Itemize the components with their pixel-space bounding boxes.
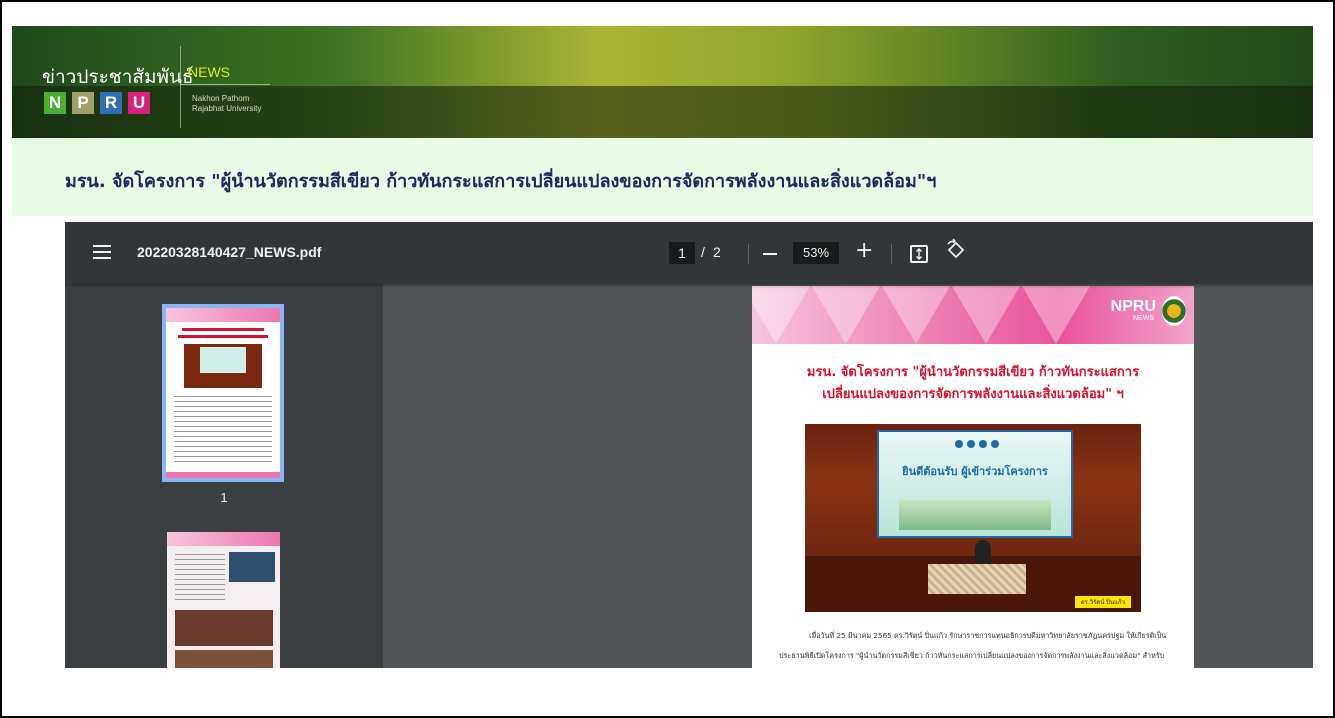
pdf-filename: 20220328140427_NEWS.pdf — [137, 244, 322, 260]
zoom-out-icon[interactable] — [763, 253, 777, 255]
page-thumbnail[interactable] — [167, 532, 280, 668]
brand-news-text: NEWS — [188, 64, 230, 80]
rotate-icon[interactable] — [945, 238, 967, 266]
toolbar-divider — [748, 244, 749, 264]
logo-letter-u: U — [128, 92, 150, 114]
event-photo: ยินดีต้อนรับ ผู้เข้าร่วมโครงการ ดร.วิรัต… — [805, 424, 1141, 612]
document-title: มรน. จัดโครงการ "ผู้นำนวัตกรรมสีเขียว ก้… — [752, 362, 1194, 406]
thumbnail-photo — [184, 344, 262, 388]
thumbnail-sidebar: 1 — [65, 284, 383, 668]
screen-title: ยินดีต้อนรับ ผู้เข้าร่วมโครงการ — [902, 465, 1048, 478]
npru-logo: NPRU — [1110, 298, 1156, 315]
pdf-toolbar: 20220328140427_NEWS.pdf 1 / 2 53% + — [65, 222, 1313, 284]
university-name: Nakhon Pathom Rajabhat University — [192, 94, 262, 113]
pdf-viewer: 20220328140427_NEWS.pdf 1 / 2 53% + 1 NP… — [65, 222, 1313, 668]
thumbnail-footer — [166, 472, 280, 478]
projector-screen: ยินดีต้อนรับ ผู้เข้าร่วมโครงการ — [877, 430, 1073, 538]
thumbnail-photo — [229, 552, 275, 582]
page-number-input[interactable]: 1 — [669, 242, 695, 264]
page-thumbnail[interactable] — [162, 304, 284, 482]
npru-logo-sub: NEWS — [1133, 315, 1154, 322]
thumbnail-title-line — [178, 335, 268, 338]
thumbnail-header — [166, 308, 280, 322]
logo-letter-n: N — [44, 92, 66, 114]
document-header: NPRU NEWS — [752, 286, 1194, 344]
logo-letter-p: P — [72, 92, 94, 114]
page-total: 2 — [713, 244, 721, 260]
thumbnail-photo — [175, 650, 273, 668]
window-frame: ข่าวประชาสัมพันธ์ NEWS N P R U Nakhon Pa… — [0, 0, 1335, 718]
menu-icon[interactable] — [93, 245, 111, 259]
brand-divider — [180, 46, 181, 128]
npru-letter-logo: N P R U — [44, 92, 150, 114]
thumbnail-photo — [175, 610, 273, 646]
table — [928, 564, 1026, 594]
page-title: มรน. จัดโครงการ "ผู้นำนวัตกรรมสีเขียว ก้… — [65, 171, 937, 192]
university-seal-icon — [1162, 296, 1186, 326]
brand-thai-text: ข่าวประชาสัมพันธ์ — [42, 66, 194, 88]
document-body: เมื่อวันที่ 25 มีนาคม 2565 ดร.วิรัตน์ ปิ… — [779, 631, 1167, 660]
site-banner: ข่าวประชาสัมพันธ์ NEWS N P R U Nakhon Pa… — [12, 26, 1313, 138]
thumbnail-header — [167, 532, 280, 546]
document-title-line: มรน. จัดโครงการ "ผู้นำนวัตกรรมสีเขียว ก้… — [806, 365, 1140, 380]
thumbnail-text — [175, 554, 225, 604]
fit-page-icon[interactable] — [910, 245, 928, 263]
zoom-input[interactable]: 53% — [793, 242, 839, 264]
photo-caption: ดร.วิรัตน์ ปิ่นแก้ว — [1074, 596, 1131, 608]
zoom-in-icon[interactable]: + — [855, 238, 873, 263]
logo-letter-r: R — [100, 92, 122, 114]
thumbnail-page-label: 1 — [220, 490, 228, 505]
pdf-page-area[interactable]: NPRU NEWS มรน. จัดโครงการ "ผู้นำนวัตกรรม… — [383, 284, 1313, 668]
page-separator: / — [701, 244, 705, 260]
speaker — [975, 540, 991, 566]
thumbnail-title-line — [182, 328, 264, 331]
brand-underline — [180, 84, 270, 85]
thumbnail-text — [174, 396, 272, 466]
headline-bar: มรน. จัดโครงการ "ผู้นำนวัตกรรมสีเขียว ก้… — [12, 138, 1313, 216]
pdf-page: NPRU NEWS มรน. จัดโครงการ "ผู้นำนวัตกรรม… — [752, 286, 1194, 668]
toolbar-divider — [891, 244, 892, 264]
document-title-line: เปลี่ยนแปลงของการจัดการพลังงานและสิ่งแวด… — [822, 387, 1124, 402]
